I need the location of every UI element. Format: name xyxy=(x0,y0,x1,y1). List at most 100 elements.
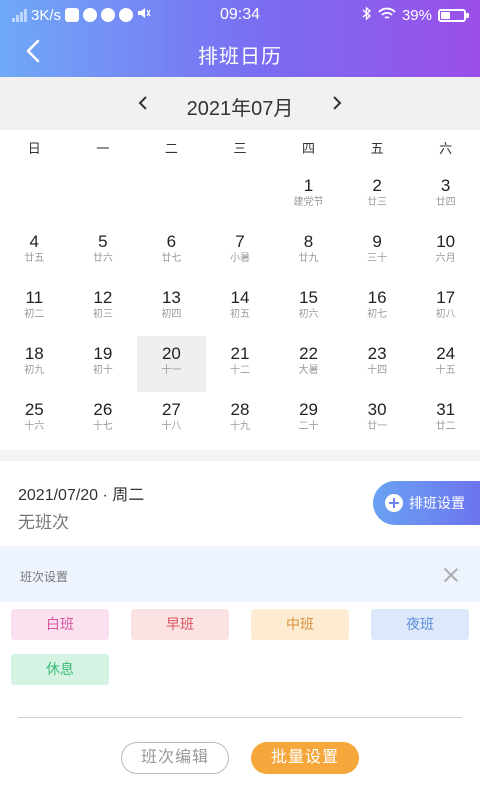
day-number: 1 xyxy=(303,176,314,195)
day-cell-13[interactable]: 13 初四 xyxy=(137,280,206,336)
shift-chip[interactable]: 中班 xyxy=(251,609,349,640)
day-cell-1[interactable]: 1 建党节 xyxy=(274,168,343,224)
wifi-icon xyxy=(378,7,396,25)
day-cell-11[interactable]: 11 初二 xyxy=(0,280,69,336)
lunar-date: 初九 xyxy=(24,365,45,376)
divider xyxy=(18,717,462,718)
lunar-date: 六月 xyxy=(435,253,456,264)
shift-settings-panel: 班次设置 白班 早班 中班 夜班休息 班次编辑 批量设置 xyxy=(0,546,480,800)
lunar-date: 初七 xyxy=(367,309,388,320)
lunar-date: 初三 xyxy=(92,309,113,320)
day-cell-28[interactable]: 28 十九 xyxy=(206,392,275,448)
day-number: 31 xyxy=(436,400,456,419)
day-number: 26 xyxy=(93,400,113,419)
shift-chip[interactable]: 白班 xyxy=(11,609,109,640)
day-cell-10[interactable]: 10 六月 xyxy=(411,224,480,280)
day-cell-16[interactable]: 16 初七 xyxy=(343,280,412,336)
day-cell-17[interactable]: 17 初八 xyxy=(411,280,480,336)
day-number: 16 xyxy=(367,288,387,307)
day-number: 10 xyxy=(436,232,456,251)
month-label: 2021年07月 xyxy=(186,98,294,120)
day-cell-24[interactable]: 24 十五 xyxy=(411,336,480,392)
weekday-label: 二 xyxy=(164,141,178,156)
day-cell-2[interactable]: 2 廿三 xyxy=(343,168,412,224)
selected-shift: 无班次 xyxy=(18,513,69,532)
day-cell-26[interactable]: 26 十七 xyxy=(69,392,138,448)
day-number: 19 xyxy=(93,344,113,363)
day-cell-22[interactable]: 22 大暑 xyxy=(274,336,343,392)
day-number: 9 xyxy=(372,232,382,251)
day-cell-25[interactable]: 25 十六 xyxy=(0,392,69,448)
lunar-date: 二十 xyxy=(298,421,319,432)
day-cell-21[interactable]: 21 十二 xyxy=(206,336,275,392)
batch-settings-button[interactable]: 批量设置 xyxy=(251,742,359,774)
day-number: 5 xyxy=(98,232,108,251)
weekday-label: 三 xyxy=(233,141,247,156)
day-cell-27[interactable]: 27 十八 xyxy=(137,392,206,448)
day-cell-6[interactable]: 6 廿七 xyxy=(137,224,206,280)
status-bar: 3K/s 09:34 39% xyxy=(0,0,480,30)
lunar-date: 廿二 xyxy=(435,421,456,432)
lunar-date: 建党节 xyxy=(293,197,324,208)
shift-chip[interactable]: 休息 xyxy=(11,654,109,685)
day-cell-4[interactable]: 4 廿五 xyxy=(0,224,69,280)
day-cell-30[interactable]: 30 廿一 xyxy=(343,392,412,448)
schedule-settings-label: 排班设置 xyxy=(409,495,465,511)
day-cell-14[interactable]: 14 初五 xyxy=(206,280,275,336)
month-navigation: 2021年07月 xyxy=(0,77,480,130)
day-number: 7 xyxy=(235,232,245,251)
day-number: 14 xyxy=(230,288,250,307)
day-number: 4 xyxy=(29,232,40,251)
day-cell-31[interactable]: 31 廿二 xyxy=(411,392,480,448)
schedule-settings-button[interactable]: 排班设置 xyxy=(373,481,480,525)
app-header: 3K/s 09:34 39% 排班日历 xyxy=(0,0,480,77)
weekday-label: 六 xyxy=(439,141,453,156)
day-cell-23[interactable]: 23 十四 xyxy=(343,336,412,392)
lunar-date: 十七 xyxy=(92,421,113,432)
lunar-date: 大暑 xyxy=(298,365,319,376)
day-cell-12[interactable]: 12 初三 xyxy=(69,280,138,336)
weekday-label: 四 xyxy=(302,141,316,156)
day-cell-20[interactable]: 20 十一 xyxy=(137,336,206,392)
weekday-label: 一 xyxy=(96,141,110,156)
day-number: 27 xyxy=(161,400,181,419)
lunar-date: 廿七 xyxy=(161,253,182,264)
calendar-grid: 日 一 二 三 四 五 六 1 建党节 2 廿三 3 廿四 4 廿五 5 廿六 6 廿七 7 小暑 8 廿九 9 三十 10 六月… xyxy=(0,130,480,450)
day-cell-7[interactable]: 7 小暑 xyxy=(206,224,275,280)
day-number: 13 xyxy=(161,288,181,307)
day-cell-18[interactable]: 18 初九 xyxy=(0,336,69,392)
lunar-date: 小暑 xyxy=(229,253,250,264)
day-cell-empty xyxy=(206,168,275,224)
shift-chip[interactable]: 早班 xyxy=(131,609,229,640)
weekday-label: 日 xyxy=(27,141,41,156)
day-cell-3[interactable]: 3 廿四 xyxy=(411,168,480,224)
day-cell-29[interactable]: 29 二十 xyxy=(274,392,343,448)
lunar-date: 廿五 xyxy=(24,253,45,264)
day-cell-8[interactable]: 8 廿九 xyxy=(274,224,343,280)
plus-circle-icon xyxy=(385,494,403,512)
edit-shifts-button[interactable]: 班次编辑 xyxy=(121,742,229,774)
battery-percent: 39% xyxy=(401,7,432,24)
close-icon[interactable] xyxy=(442,566,460,584)
panel-title: 班次设置 xyxy=(20,570,69,584)
day-cell-5[interactable]: 5 廿六 xyxy=(69,224,138,280)
page-title: 排班日历 xyxy=(198,46,282,68)
lunar-date: 初二 xyxy=(24,309,45,320)
day-cell-15[interactable]: 15 初六 xyxy=(274,280,343,336)
day-number: 28 xyxy=(230,400,250,419)
days-grid: 1 建党节 2 廿三 3 廿四 4 廿五 5 廿六 6 廿七 7 小暑 8 廿九 9 三十 10 六月 11 初二 12 初三… xyxy=(0,168,480,448)
day-number: 30 xyxy=(367,400,387,419)
day-number: 3 xyxy=(440,176,451,195)
day-number: 23 xyxy=(367,344,387,363)
lunar-date: 十五 xyxy=(435,365,456,376)
day-cell-9[interactable]: 9 三十 xyxy=(343,224,412,280)
day-cell-19[interactable]: 19 初十 xyxy=(69,336,138,392)
day-number: 25 xyxy=(24,400,44,419)
lunar-date: 初八 xyxy=(435,309,456,320)
next-month-button[interactable] xyxy=(325,91,349,115)
day-cell-empty xyxy=(0,168,69,224)
lunar-date: 廿六 xyxy=(92,253,113,264)
shift-chip[interactable]: 夜班 xyxy=(371,609,469,640)
day-number: 8 xyxy=(303,232,314,251)
day-number: 29 xyxy=(299,400,318,419)
